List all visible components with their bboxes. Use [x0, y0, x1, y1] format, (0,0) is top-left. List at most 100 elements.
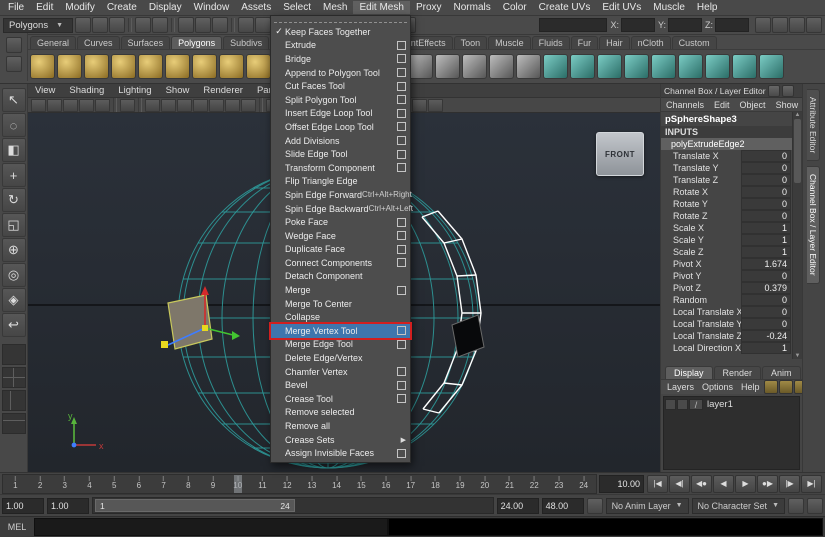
isolate-select-icon[interactable]: [412, 99, 427, 112]
menu-proxy[interactable]: Proxy: [410, 1, 448, 14]
paint-select-tool-icon[interactable]: ◧: [2, 138, 26, 162]
shelf-tab-fluids[interactable]: Fluids: [532, 36, 570, 49]
single-pane-layout-button[interactable]: [2, 344, 26, 365]
select-by-hierarchy-icon[interactable]: [178, 17, 194, 33]
channel-box-menu-object[interactable]: Object: [735, 100, 771, 110]
menu-item-bridge[interactable]: Bridge: [271, 52, 410, 66]
resolution-gate-icon[interactable]: [177, 99, 192, 112]
menu-select[interactable]: Select: [277, 1, 317, 14]
select-by-component-icon[interactable]: [212, 17, 228, 33]
channel-value-field[interactable]: 0: [741, 174, 791, 186]
channel-name[interactable]: Random: [673, 295, 741, 305]
coord-input-z[interactable]: [715, 18, 749, 32]
channel-name[interactable]: Scale Y: [673, 235, 741, 245]
manip-toggle-icon[interactable]: [768, 85, 780, 97]
new-empty-layer-icon[interactable]: [764, 380, 778, 394]
go-to-end-button[interactable]: ▶|: [801, 475, 822, 493]
menu-file[interactable]: File: [2, 1, 30, 14]
option-box-icon[interactable]: [397, 245, 406, 254]
triangulate-icon[interactable]: [462, 54, 487, 79]
automatic-mapping-icon[interactable]: [624, 54, 649, 79]
menu-item-crease-sets[interactable]: Crease Sets▶: [271, 433, 410, 447]
viewport-menu-view[interactable]: View: [28, 85, 62, 96]
select-by-object-icon[interactable]: [195, 17, 211, 33]
channel-value-field[interactable]: 0.379: [741, 282, 791, 294]
layer-tab-anim[interactable]: Anim: [762, 366, 801, 379]
poly-cube-icon[interactable]: [57, 54, 82, 79]
menu-item-detach-component[interactable]: Detach Component: [271, 270, 410, 284]
poly-pyramid-icon[interactable]: [219, 54, 244, 79]
save-scene-icon[interactable]: [109, 17, 125, 33]
menu-edit-mesh[interactable]: Edit Mesh: [353, 1, 409, 14]
playback-start-field[interactable]: 1.00: [47, 498, 89, 514]
menu-modify[interactable]: Modify: [59, 1, 100, 14]
menu-tearoff[interactable]: [274, 17, 407, 23]
menu-mesh[interactable]: Mesh: [317, 1, 353, 14]
menu-window[interactable]: Window: [188, 1, 236, 14]
snap-to-curve-icon[interactable]: [255, 17, 271, 33]
option-box-icon[interactable]: [397, 41, 406, 50]
field-chart-icon[interactable]: [209, 99, 224, 112]
planar-mapping-icon[interactable]: [543, 54, 568, 79]
channel-value-field[interactable]: 0: [741, 270, 791, 282]
menu-item-merge-edge-tool[interactable]: Merge Edge Tool: [271, 338, 410, 352]
go-to-start-button[interactable]: |◀: [647, 475, 668, 493]
menu-edit[interactable]: Edit: [30, 1, 59, 14]
menu-item-split-polygon-tool[interactable]: Split Polygon Tool: [271, 93, 410, 107]
poly-pipe-icon[interactable]: [246, 54, 271, 79]
range-slider[interactable]: 1 24: [92, 497, 494, 514]
option-box-icon[interactable]: [397, 340, 406, 349]
scale-tool-icon[interactable]: ◱: [2, 213, 26, 237]
shelf-menu-icon[interactable]: [6, 37, 22, 53]
menu-item-cut-faces-tool[interactable]: Cut Faces Tool: [271, 79, 410, 93]
bookmarks-icon[interactable]: [79, 99, 94, 112]
menu-muscle[interactable]: Muscle: [647, 1, 691, 14]
channel-value-field[interactable]: 0: [741, 150, 791, 162]
soft-modification-tool-icon[interactable]: ◎: [2, 263, 26, 287]
channel-value-field[interactable]: 0: [741, 294, 791, 306]
snap-to-grid-icon[interactable]: [238, 17, 254, 33]
option-box-icon[interactable]: [397, 381, 406, 390]
menu-item-insert-edge-loop-tool[interactable]: Insert Edge Loop Tool: [271, 107, 410, 121]
shape-node-name[interactable]: pSphereShape3: [661, 112, 793, 126]
dark-face[interactable]: [452, 315, 484, 357]
menu-item-flip-triangle-edge[interactable]: Flip Triangle Edge: [271, 175, 410, 189]
channel-name[interactable]: Translate Z: [673, 175, 741, 185]
anim-layer-dropdown[interactable]: No Anim Layer ▼: [606, 498, 689, 514]
option-box-icon[interactable]: [397, 449, 406, 458]
append-polygon-icon[interactable]: [732, 54, 757, 79]
channel-settings-icon[interactable]: [782, 85, 794, 97]
play-backwards-button[interactable]: ◀: [713, 475, 734, 493]
menu-item-merge[interactable]: Merge: [271, 283, 410, 297]
shelf-options-icon[interactable]: [6, 56, 22, 72]
coord-input-x[interactable]: [621, 18, 655, 32]
option-box-icon[interactable]: [397, 68, 406, 77]
shelf-tab-fur[interactable]: Fur: [571, 36, 599, 49]
channel-value-field[interactable]: 1: [741, 234, 791, 246]
selection-mode-dropdown[interactable]: Polygons ▼: [3, 18, 73, 33]
scroll-up-icon[interactable]: ▲: [795, 112, 801, 118]
channel-name[interactable]: Local Translate Y: [673, 319, 741, 329]
option-box-icon[interactable]: [397, 150, 406, 159]
poly-plane-icon[interactable]: [138, 54, 163, 79]
menu-item-offset-edge-loop-tool[interactable]: Offset Edge Loop Tool: [271, 120, 410, 134]
option-box-icon[interactable]: [397, 394, 406, 403]
last-tool-used-icon[interactable]: ↩: [2, 313, 26, 337]
new-scene-icon[interactable]: [75, 17, 91, 33]
universal-manipulator-tool-icon[interactable]: ⊕: [2, 238, 26, 262]
spherical-mapping-icon[interactable]: [597, 54, 622, 79]
menu-create[interactable]: Create: [101, 1, 143, 14]
channel-value-field[interactable]: 0: [741, 186, 791, 198]
menu-item-spin-edge-backward[interactable]: Spin Edge BackwardCtrl+Alt+Left: [271, 202, 410, 216]
channel-name[interactable]: Translate Y: [673, 163, 741, 173]
menu-item-crease-tool[interactable]: Crease Tool: [271, 392, 410, 406]
current-frame-indicator[interactable]: [234, 475, 242, 493]
step-forward-frame-button[interactable]: |▶: [779, 475, 800, 493]
option-box-icon[interactable]: [397, 54, 406, 63]
option-box-icon[interactable]: [397, 286, 406, 295]
current-time-field[interactable]: 10.00: [599, 475, 644, 493]
menu-item-merge-vertex-tool[interactable]: Merge Vertex Tool: [271, 324, 410, 338]
option-box-icon[interactable]: [397, 163, 406, 172]
option-box-icon[interactable]: [397, 122, 406, 131]
step-back-key-button[interactable]: ◀●: [691, 475, 712, 493]
